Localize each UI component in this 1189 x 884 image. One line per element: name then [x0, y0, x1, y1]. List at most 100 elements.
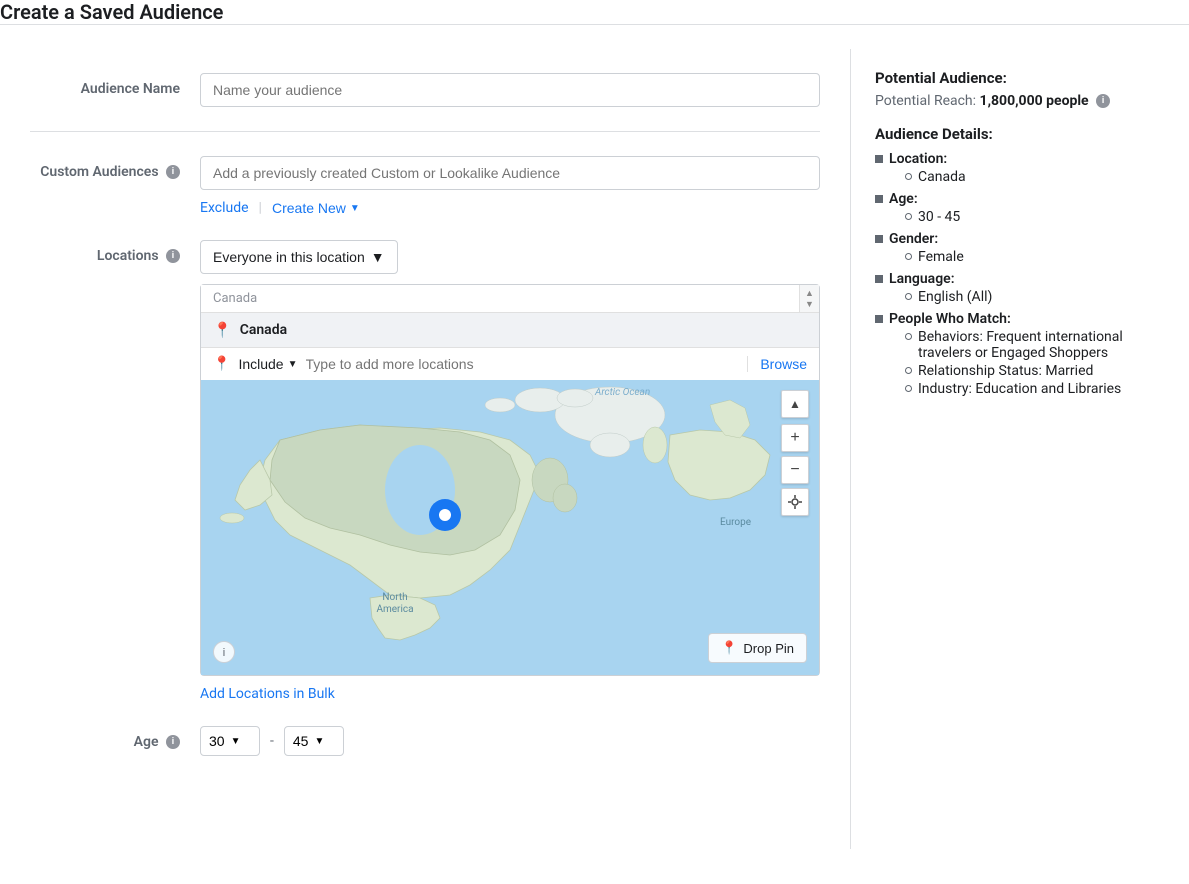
- detail-sub-value: Canada: [918, 169, 966, 185]
- page-header: Create a Saved Audience: [0, 0, 1189, 24]
- detail-sub-item: Industry: Education and Libraries: [905, 381, 1146, 397]
- age-from-select[interactable]: 30 ▼: [200, 726, 260, 756]
- age-info-icon: i: [166, 735, 180, 749]
- add-locations-bulk-link[interactable]: Add Locations in Bulk: [200, 686, 335, 702]
- northamerica-label2: America: [376, 604, 413, 615]
- location-box: Canada ▲ ▼ 📍 Canada 📍: [200, 284, 820, 676]
- detail-sub-item: Canada: [905, 169, 966, 185]
- scroll-up-arrow[interactable]: ▲: [805, 288, 814, 299]
- bullet-square: [875, 195, 883, 203]
- custom-audiences-info-icon: i: [166, 165, 180, 179]
- drop-pin-icon: 📍: [721, 640, 737, 656]
- bullet-square: [875, 315, 883, 323]
- audience-details-title: Audience Details:: [875, 125, 1146, 143]
- ca-actions: Exclude | Create New ▼: [200, 200, 820, 216]
- potential-reach: Potential Reach: 1,800,000 people i: [875, 93, 1146, 109]
- detail-sub-item: English (All): [905, 289, 992, 305]
- custom-audiences-label: Custom Audiences i: [30, 156, 200, 180]
- map-zoom-out-button[interactable]: −: [781, 456, 809, 484]
- custom-audiences-input[interactable]: [200, 156, 820, 190]
- create-new-button[interactable]: Create New ▼: [272, 200, 360, 216]
- detail-item: Location: Canada: [875, 151, 1146, 187]
- map-scroll-up-icon: ▲: [789, 397, 801, 411]
- arctic-label: Arctic Ocean: [594, 387, 650, 398]
- custom-audiences-content: Exclude | Create New ▼: [200, 156, 820, 216]
- detail-sub-item: 30 - 45: [905, 209, 960, 225]
- exclude-link[interactable]: Exclude: [200, 200, 249, 216]
- include-row: 📍 Include ▼ Browse: [201, 347, 819, 380]
- location-pin-icon: 📍: [213, 321, 232, 339]
- ca-separator: |: [259, 200, 262, 216]
- locations-content: Everyone in this location ▼ Canada ▲ ▼: [200, 240, 820, 702]
- location-type-input[interactable]: [306, 356, 732, 372]
- drop-pin-button[interactable]: 📍 Drop Pin: [708, 633, 807, 663]
- audience-name-content: [200, 73, 820, 107]
- locations-info-icon: i: [166, 249, 180, 263]
- create-new-dropdown-arrow: ▼: [350, 203, 360, 214]
- bullet-square: [875, 275, 883, 283]
- locations-label: Locations i: [30, 240, 200, 264]
- bullet-circle: [905, 173, 912, 180]
- map-svg: Arctic Ocean North America Europe: [201, 380, 819, 675]
- detail-item: People Who Match: Behaviors: Frequent int…: [875, 311, 1146, 399]
- detail-sub-item: Behaviors: Frequent international travel…: [905, 329, 1146, 361]
- detail-sub-value: Relationship Status: Married: [918, 363, 1093, 379]
- northamerica-label: North: [382, 592, 407, 603]
- age-range: 30 ▼ - 45 ▼: [200, 726, 820, 756]
- include-button[interactable]: Include ▼: [238, 356, 297, 372]
- audience-name-input[interactable]: [200, 73, 820, 107]
- age-to-select[interactable]: 45 ▼: [284, 726, 344, 756]
- detail-sub-value: Female: [918, 249, 964, 265]
- detail-key: Language:: [889, 271, 955, 287]
- bullet-circle: [905, 333, 912, 340]
- detail-sublist: Female: [889, 249, 964, 265]
- detail-sub-value: Industry: Education and Libraries: [918, 381, 1121, 397]
- bullet-circle: [905, 367, 912, 374]
- location-scrollbar[interactable]: ▲ ▼: [799, 285, 819, 312]
- map-locate-button[interactable]: [781, 488, 809, 516]
- location-item-canada: 📍 Canada: [201, 313, 819, 347]
- everyone-in-location-button[interactable]: Everyone in this location ▼: [200, 240, 398, 274]
- age-content: 30 ▼ - 45 ▼: [200, 726, 820, 756]
- bullet-square: [875, 155, 883, 163]
- browse-button[interactable]: Browse: [747, 356, 807, 372]
- scroll-down-arrow[interactable]: ▼: [805, 299, 814, 310]
- age-to-arrow: ▼: [314, 736, 324, 747]
- detail-sub-item: Relationship Status: Married: [905, 363, 1146, 379]
- include-pin-icon: 📍: [213, 356, 230, 372]
- potential-reach-info-icon: i: [1096, 94, 1110, 108]
- detail-key: People Who Match:: [889, 311, 1011, 327]
- audience-name-row: Audience Name: [30, 73, 820, 107]
- bullet-square: [875, 235, 883, 243]
- sidebar: Potential Audience: Potential Reach: 1,8…: [850, 49, 1170, 849]
- bullet-circle: [905, 293, 912, 300]
- map-zoom-in-button[interactable]: +: [781, 424, 809, 452]
- location-country-name: Canada: [240, 322, 287, 338]
- map-container: Arctic Ocean North America Europe ▲ +: [201, 380, 819, 675]
- detail-item: Age:30 - 45: [875, 191, 1146, 227]
- map-info-icon: i: [213, 641, 235, 663]
- detail-key: Location:: [889, 151, 947, 167]
- detail-sublist: Behaviors: Frequent international travel…: [889, 329, 1146, 397]
- bullet-circle: [905, 385, 912, 392]
- location-dropdown-arrow: ▼: [371, 249, 385, 265]
- audience-name-label: Audience Name: [30, 73, 200, 97]
- detail-sub-value: 30 - 45: [918, 209, 960, 225]
- custom-audiences-row: Custom Audiences i Exclude | Create New …: [30, 156, 820, 216]
- detail-item: Gender: Female: [875, 231, 1146, 267]
- detail-sub-item: Female: [905, 249, 964, 265]
- bullet-circle: [905, 213, 912, 220]
- page-title: Create a Saved Audience: [0, 0, 1189, 24]
- age-separator: -: [270, 733, 274, 749]
- detail-key: Gender:: [889, 231, 938, 247]
- bullet-circle: [905, 253, 912, 260]
- detail-sublist: 30 - 45: [889, 209, 960, 225]
- map-scroll-up-button[interactable]: ▲: [781, 390, 809, 418]
- include-dropdown-arrow: ▼: [288, 359, 298, 370]
- detail-sublist: English (All): [889, 289, 992, 305]
- europe-label: Europe: [720, 517, 751, 528]
- location-country-header: Canada: [213, 291, 257, 306]
- potential-audience-title: Potential Audience:: [875, 69, 1146, 87]
- locator-icon: [788, 495, 802, 509]
- audience-details-list: Location: Canada Age:30 - 45 Gender: Female L…: [875, 151, 1146, 399]
